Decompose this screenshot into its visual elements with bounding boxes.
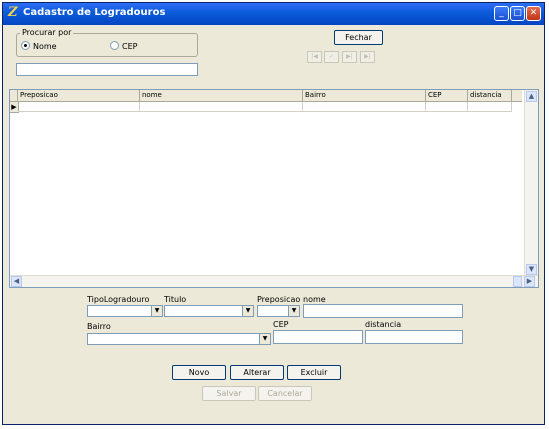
bairro-label: Bairro <box>87 322 111 331</box>
column-header-nome[interactable]: nome <box>140 90 303 101</box>
search-input[interactable] <box>16 63 198 76</box>
search-group-label: Procurar por <box>20 28 74 37</box>
main-window: Z Cadastro de Logradouros _ □ ✕ Procurar… <box>2 2 545 425</box>
maximize-button[interactable]: □ <box>510 6 525 21</box>
fechar-button[interactable]: Fechar <box>334 30 383 45</box>
chevron-down-icon[interactable]: ▼ <box>151 306 162 316</box>
nome-label: nome <box>303 295 326 304</box>
bairro-select[interactable]: ▼ <box>87 333 271 345</box>
alterar-button[interactable]: Alterar <box>230 365 284 380</box>
post-icon[interactable]: ✓ <box>324 51 339 63</box>
logradouros-grid[interactable]: Preposicao nome Bairro CEP distancia ▶ ▲… <box>9 89 539 288</box>
chevron-down-icon[interactable]: ▼ <box>259 334 270 344</box>
grid-cell[interactable] <box>140 102 303 112</box>
distancia-field[interactable] <box>365 330 463 344</box>
grid-cell[interactable] <box>18 102 140 112</box>
radio-cep-label: CEP <box>122 42 138 51</box>
cancelar-button[interactable]: Cancelar <box>258 386 312 401</box>
salvar-button[interactable]: Salvar <box>202 386 256 401</box>
radio-nome-label: Nome <box>33 42 57 51</box>
scroll-down-icon[interactable]: ▼ <box>526 264 537 275</box>
scroll-thumb[interactable] <box>513 276 522 287</box>
column-header-bairro[interactable]: Bairro <box>303 90 426 101</box>
column-header-distancia[interactable]: distancia <box>468 90 512 101</box>
radio-nome-indicator <box>21 41 30 50</box>
last-record-icon[interactable]: ▶| <box>360 51 375 63</box>
excluir-button[interactable]: Excluir <box>287 365 341 380</box>
first-record-icon[interactable]: |◀ <box>307 51 322 63</box>
grid-cell[interactable] <box>426 102 468 112</box>
grid-cell[interactable] <box>303 102 426 112</box>
tipo-logradouro-label: TipoLogradouro <box>87 295 150 304</box>
titulo-select[interactable]: ▼ <box>164 305 254 317</box>
chevron-down-icon[interactable]: ▼ <box>288 306 299 316</box>
tipo-logradouro-select[interactable]: ▼ <box>87 305 163 317</box>
distancia-label: distancia <box>365 320 402 329</box>
chevron-down-icon[interactable]: ▼ <box>242 306 253 316</box>
scroll-right-icon[interactable]: ▶ <box>524 276 535 287</box>
preposicao-label: Preposicao <box>257 295 301 304</box>
nome-field[interactable] <box>303 304 463 318</box>
column-header-preposicao[interactable]: Preposicao <box>18 90 140 101</box>
grid-cell[interactable] <box>468 102 512 112</box>
grid-corner <box>10 90 18 101</box>
scroll-up-icon[interactable]: ▲ <box>526 91 537 102</box>
close-window-button[interactable]: ✕ <box>526 6 541 21</box>
vertical-scrollbar[interactable]: ▲ ▼ <box>524 90 538 276</box>
scroll-left-icon[interactable]: ◀ <box>11 276 22 287</box>
window-title: Cadastro de Logradouros <box>23 7 166 18</box>
title-bar[interactable]: Z Cadastro de Logradouros _ □ ✕ <box>3 3 544 25</box>
next-record-icon[interactable]: ▶| <box>342 51 357 63</box>
novo-button[interactable]: Novo <box>172 365 226 380</box>
titulo-label: Titulo <box>164 295 187 304</box>
cep-label: CEP <box>273 320 289 329</box>
horizontal-scrollbar[interactable]: ◀ ▶ <box>10 275 538 287</box>
grid-header: Preposicao nome Bairro CEP distancia <box>10 90 522 102</box>
minimize-button[interactable]: _ <box>494 6 509 21</box>
radio-cep[interactable]: CEP <box>110 41 137 51</box>
radio-cep-indicator <box>110 41 119 50</box>
column-header-cep[interactable]: CEP <box>426 90 468 101</box>
cep-field[interactable] <box>273 330 363 344</box>
radio-nome[interactable]: Nome <box>21 41 57 51</box>
app-icon: Z <box>8 5 18 20</box>
preposicao-select[interactable]: ▼ <box>257 305 300 317</box>
